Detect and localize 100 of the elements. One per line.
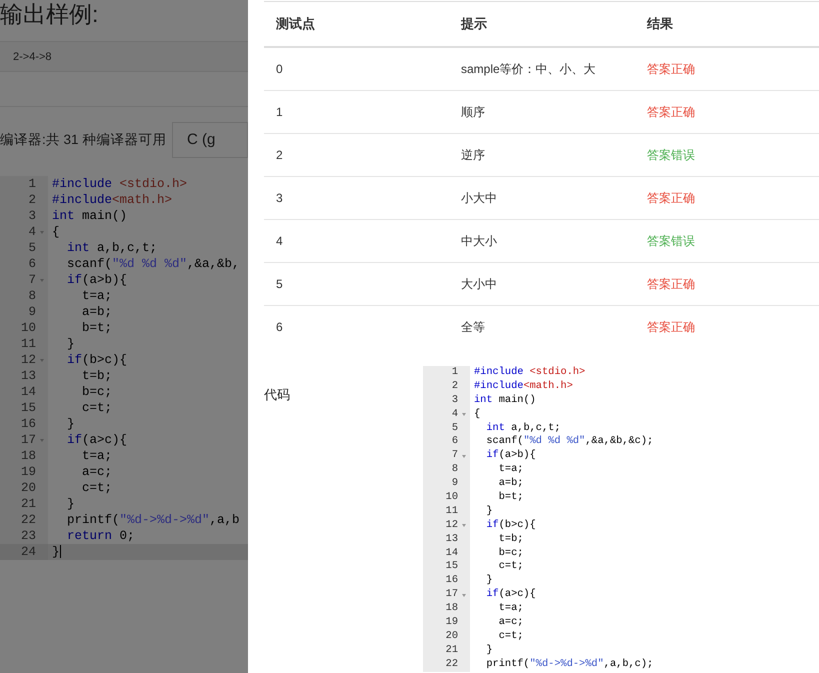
code-line: b=t; — [498, 491, 524, 505]
code-label: 代码 — [264, 386, 291, 404]
fold-icon[interactable] — [462, 413, 466, 416]
line-number: 13 — [20, 368, 36, 384]
result-cell: 答案正确 — [635, 47, 819, 90]
fold-icon[interactable] — [40, 278, 44, 282]
code-line: a=b; — [498, 477, 524, 492]
line-number: 6 — [452, 435, 458, 450]
result-cell: 答案正确 — [635, 176, 819, 220]
line-number: 12 — [20, 352, 36, 368]
code-line: } — [66, 416, 75, 432]
line-number: 11 — [446, 504, 458, 519]
line-number: 10 — [446, 491, 458, 505]
fold-icon[interactable] — [40, 230, 44, 234]
line-number: 23 — [20, 528, 36, 544]
code-line: } — [51, 544, 61, 560]
line-number: 4 — [452, 408, 458, 422]
compiler-label: 编译器:共 31 种编译器可用 — [0, 131, 168, 149]
code-line: printf("%d->%d->%d",a,b,c); — [485, 658, 654, 672]
line-number: 18 — [446, 602, 458, 616]
table-cell: 3 — [264, 176, 449, 220]
line-number: 2 — [28, 192, 36, 208]
line-number: 21 — [446, 644, 458, 658]
line-number: 9 — [28, 304, 36, 320]
code-line: } — [66, 336, 75, 352]
code-line: scanf("%d %d %d",&a,&b, — [66, 256, 240, 272]
line-number: 20 — [446, 630, 458, 644]
result-cell: 答案正确 — [635, 262, 819, 306]
code-line: } — [485, 644, 493, 658]
column-header: 测试点 — [264, 2, 449, 47]
line-number: 19 — [20, 464, 36, 480]
code-line: b=t; — [81, 320, 112, 336]
code-line: a=c; — [498, 616, 524, 630]
fold-icon[interactable] — [462, 524, 466, 528]
code-line: if(b>c){ — [66, 352, 128, 368]
line-number: 14 — [446, 546, 458, 560]
code-line: c=t; — [81, 480, 112, 496]
code-line: int a,b,c,t; — [485, 422, 561, 436]
line-number: 16 — [446, 574, 458, 588]
code-line: #include <stdio.h> — [51, 176, 188, 192]
line-number: 1 — [28, 176, 36, 192]
code-line: } — [485, 504, 493, 519]
table-cell: 顺序 — [449, 90, 635, 134]
line-number: 8 — [28, 288, 36, 304]
code-line: printf("%d->%d->%d",a,b — [66, 512, 240, 528]
line-number: 3 — [452, 394, 458, 408]
code-line: { — [473, 408, 480, 422]
code-line: b=c; — [498, 546, 524, 560]
line-number: 15 — [446, 560, 458, 574]
code-line: scanf("%d %d %d",&a,&b,&c); — [485, 435, 654, 450]
line-number: 19 — [446, 616, 458, 630]
line-number: 6 — [28, 256, 36, 272]
fold-icon[interactable] — [40, 438, 44, 442]
code-line: } — [485, 574, 493, 588]
sample-output-text: 2->4->8 — [13, 50, 52, 62]
line-number: 21 — [20, 496, 36, 512]
code-line: if(a>b){ — [485, 449, 536, 464]
line-number: 14 — [20, 384, 36, 400]
line-number: 5 — [452, 422, 458, 436]
code-line: int a,b,c,t; — [66, 240, 158, 256]
code-line: c=t; — [498, 560, 524, 574]
table-cell: 6 — [264, 306, 449, 348]
code-line: t=a; — [498, 602, 524, 616]
result-cell: 答案错误 — [635, 220, 819, 262]
code-line: t=a; — [81, 448, 112, 464]
table-cell: 中大小 — [449, 220, 635, 262]
code-editor[interactable] — [0, 176, 248, 560]
code-line: #include<math.h> — [473, 380, 573, 394]
column-header: 结果 — [635, 2, 819, 47]
line-number: 17 — [20, 432, 36, 448]
line-number: 10 — [20, 320, 36, 336]
line-number: 22 — [446, 658, 458, 672]
code-editor[interactable] — [423, 366, 654, 672]
code-line: c=t; — [498, 630, 524, 644]
code-line: t=b; — [498, 532, 524, 547]
line-number: 22 — [20, 512, 36, 528]
result-cell: 答案正确 — [635, 306, 819, 348]
code-line: if(b>c){ — [485, 518, 536, 533]
code-line: a=b; — [81, 304, 112, 320]
line-number: 3 — [28, 208, 36, 224]
line-number: 1 — [452, 366, 458, 380]
code-line: int main() — [51, 208, 128, 224]
table-cell: 小大中 — [449, 176, 635, 220]
code-line: a=c; — [81, 464, 112, 480]
compiler-select[interactable]: C (g — [172, 122, 248, 158]
line-number: 7 — [28, 272, 36, 288]
code-line: b=c; — [81, 384, 112, 400]
fold-icon[interactable] — [462, 594, 466, 597]
fold-icon[interactable] — [462, 454, 466, 458]
code-line: t=b; — [81, 368, 112, 384]
line-number: 8 — [452, 463, 458, 478]
line-number: 2 — [452, 380, 458, 394]
table-cell: 0 — [264, 47, 449, 90]
line-number: 7 — [452, 449, 458, 464]
line-number: 20 — [20, 480, 36, 496]
code-line: if(a>b){ — [66, 272, 128, 288]
fold-icon[interactable] — [40, 358, 44, 362]
line-number: 15 — [20, 400, 36, 416]
table-cell: 逆序 — [449, 134, 635, 176]
line-number: 11 — [20, 336, 36, 352]
